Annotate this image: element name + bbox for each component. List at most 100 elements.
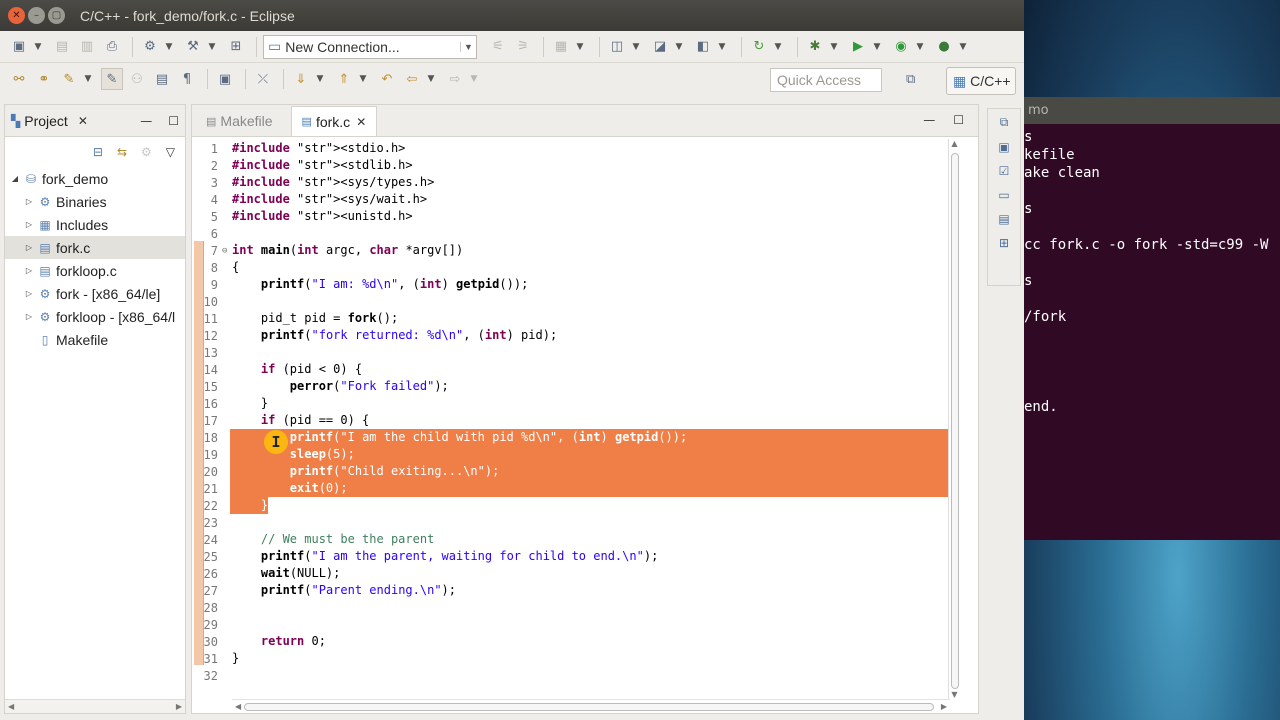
forward-icon[interactable]: ⇨	[444, 68, 466, 90]
code-line[interactable]: 1 #include "str"><stdio.h>	[192, 140, 952, 157]
close-icon[interactable]: ✕	[356, 115, 366, 129]
tree-item[interactable]: ▷ ▦ Includes	[5, 213, 185, 236]
build-target-dropdown-icon[interactable]: ▼	[164, 36, 174, 58]
code-line[interactable]: 13	[192, 344, 952, 361]
code-line[interactable]: 9 printf("I am: %d\n", (int) getpid());	[192, 276, 952, 293]
filter-icon[interactable]: ⚙	[141, 145, 152, 159]
next-annotation-dropdown-icon[interactable]: ▼	[315, 68, 325, 90]
code-line[interactable]: 8{	[192, 259, 952, 276]
scroll-right-icon[interactable]: ▶	[176, 702, 182, 711]
code-line[interactable]: 22 }	[192, 497, 952, 514]
code-line[interactable]: 18 printf("I am the child with pid %d\n"…	[192, 429, 952, 446]
build-hammer-icon[interactable]: ⚒	[182, 36, 204, 58]
tree-item[interactable]: ▷ ▤ forkloop.c	[5, 259, 185, 282]
horizontal-scroll-thumb[interactable]	[244, 703, 934, 711]
code-line[interactable]: 5 #include "str"><unistd.h>	[192, 208, 952, 225]
code-line[interactable]: 3 #include "str"><sys/types.h>	[192, 174, 952, 191]
run-dropdown-icon[interactable]: ▼	[872, 36, 882, 58]
binary-icon[interactable]: ⊞	[225, 36, 247, 58]
code-line[interactable]: 14 if (pid < 0) {	[192, 361, 952, 378]
new-folder-icon[interactable]: ◪	[649, 36, 671, 58]
new-dropdown-icon[interactable]: ▼	[33, 36, 43, 58]
remote-icon[interactable]: ▦	[550, 36, 572, 58]
build-dropdown-icon[interactable]: ▼	[207, 36, 217, 58]
tree-item[interactable]: ◢ ⛁ fork_demo	[5, 167, 185, 190]
collapsed-arrow-icon[interactable]: ▷	[23, 289, 35, 298]
code-text-area[interactable]: 1 #include "str"><stdio.h> 2 #include "str"…	[192, 137, 978, 699]
collapsed-arrow-icon[interactable]: ▷	[23, 197, 35, 206]
maximize-icon[interactable]: ☐	[953, 113, 964, 127]
collapsed-arrow-icon[interactable]: ▷	[23, 266, 35, 275]
collapsed-arrow-icon[interactable]: ▷	[23, 312, 35, 321]
code-line[interactable]: 21 exit(0);	[192, 480, 952, 497]
forward-dropdown-icon[interactable]: ▼	[469, 68, 479, 90]
previous-annotation-icon[interactable]: ⇑	[333, 68, 355, 90]
code-line[interactable]: 26 wait(NULL);	[192, 565, 952, 582]
perspective-c-cpp-button[interactable]: ▦ C/C++	[946, 67, 1016, 95]
collapsed-arrow-icon[interactable]: ▷	[23, 220, 35, 229]
view-menu-icon[interactable]: ▽	[166, 145, 175, 159]
code-line[interactable]: 27 printf("Parent ending.\n");	[192, 582, 952, 599]
remote-dropdown-icon[interactable]: ▼	[575, 36, 585, 58]
open-type-icon[interactable]: ⚭	[33, 68, 55, 90]
fold-toggle-icon[interactable]: ⊖	[222, 246, 230, 256]
restore-icon[interactable]: ⧉	[1000, 115, 1009, 130]
external-tools-icon[interactable]: ●	[933, 36, 955, 58]
open-perspective-icon[interactable]: ⧉	[906, 72, 915, 87]
minimize-icon[interactable]: —	[140, 114, 152, 128]
run-icon[interactable]: ▶	[847, 36, 869, 58]
new-c-file-dropdown-icon[interactable]: ▼	[717, 36, 727, 58]
scroll-down-icon[interactable]: ▼	[949, 690, 960, 699]
scroll-right-icon[interactable]: ▶	[941, 702, 947, 711]
save-all-icon[interactable]: ▥	[76, 36, 98, 58]
tree-item[interactable]: ▷ ⚙ fork - [x86_64/le]	[5, 282, 185, 305]
save-icon[interactable]: ▤	[51, 36, 73, 58]
code-line[interactable]: 6	[192, 225, 952, 242]
print-icon[interactable]: ⎙	[101, 36, 123, 58]
connection-select[interactable]: ▭ New Connection... ▼	[263, 34, 477, 59]
close-icon[interactable]: ✕	[78, 114, 88, 128]
editor-vertical-scrollbar[interactable]: ▲ ▼	[948, 139, 960, 699]
stop-launch-icon[interactable]: ⚞	[512, 36, 534, 58]
tree-item[interactable]: ▷ ⚙ forkloop - [x86_64/l	[5, 305, 185, 328]
project-horizontal-scrollbar[interactable]: ◀ ▶	[5, 699, 185, 713]
run-coverage-icon[interactable]: ◉	[890, 36, 912, 58]
code-line[interactable]: 23	[192, 514, 952, 531]
terminal-view-icon[interactable]: ▣	[214, 68, 236, 90]
skip-breakpoints-icon[interactable]: ⤫	[252, 68, 274, 90]
properties-view-icon[interactable]: ▤	[998, 212, 1009, 226]
collapse-all-icon[interactable]: ⊟	[93, 145, 103, 159]
tasks-view-icon[interactable]: ☑	[999, 164, 1010, 178]
minimize-icon[interactable]: —	[923, 113, 935, 127]
chevron-down-icon[interactable]: ▼	[460, 41, 476, 52]
code-line[interactable]: 4 #include "str"><sys/wait.h>	[192, 191, 952, 208]
terminal-window[interactable]: mo s kefile ake clean s cc fork.c -o fork -s…	[1024, 97, 1280, 540]
maximize-window-button[interactable]: ▢	[48, 7, 65, 24]
scroll-up-icon[interactable]: ▲	[949, 139, 960, 148]
debug-icon[interactable]: ✱	[804, 36, 826, 58]
tab-fork-c[interactable]: ▤ fork.c ✕	[290, 106, 378, 136]
tab-project[interactable]: ▚ Project ✕	[11, 113, 88, 129]
debug-dropdown-icon[interactable]: ▼	[829, 36, 839, 58]
next-annotation-icon[interactable]: ⇓	[290, 68, 312, 90]
new-project-icon[interactable]: ◫	[606, 36, 628, 58]
new-icon[interactable]: ▣	[8, 36, 30, 58]
console-view-icon[interactable]: ▭	[998, 188, 1009, 202]
link-with-editor-icon[interactable]: ⇆	[117, 145, 127, 159]
block-selection-icon[interactable]: ▤	[151, 68, 173, 90]
refresh-dropdown-icon[interactable]: ▼	[773, 36, 783, 58]
code-line[interactable]: 11 pid_t pid = fork();	[192, 310, 952, 327]
code-line[interactable]: 10	[192, 293, 952, 310]
tab-makefile[interactable]: ▤ Makefile	[196, 106, 283, 136]
mark-occurrences-icon[interactable]: ✎	[101, 68, 123, 90]
code-line[interactable]: 12 printf("fork returned: %d\n", (int) p…	[192, 327, 952, 344]
code-line[interactable]: 7 ⊖ int main(int argc, char *argv[])	[192, 242, 952, 259]
collapsed-arrow-icon[interactable]: ▷	[23, 243, 35, 252]
code-line[interactable]: 2 #include "str"><stdlib.h>	[192, 157, 952, 174]
toggle-breadcrumb-icon[interactable]: ⚇	[126, 68, 148, 90]
back-icon[interactable]: ⇦	[401, 68, 423, 90]
open-element-icon[interactable]: ⚯	[8, 68, 30, 90]
problems-view-icon[interactable]: ▣	[998, 140, 1009, 154]
code-line[interactable]: 25 printf("I am the parent, waiting for …	[192, 548, 952, 565]
external-tools-dropdown-icon[interactable]: ▼	[958, 36, 968, 58]
